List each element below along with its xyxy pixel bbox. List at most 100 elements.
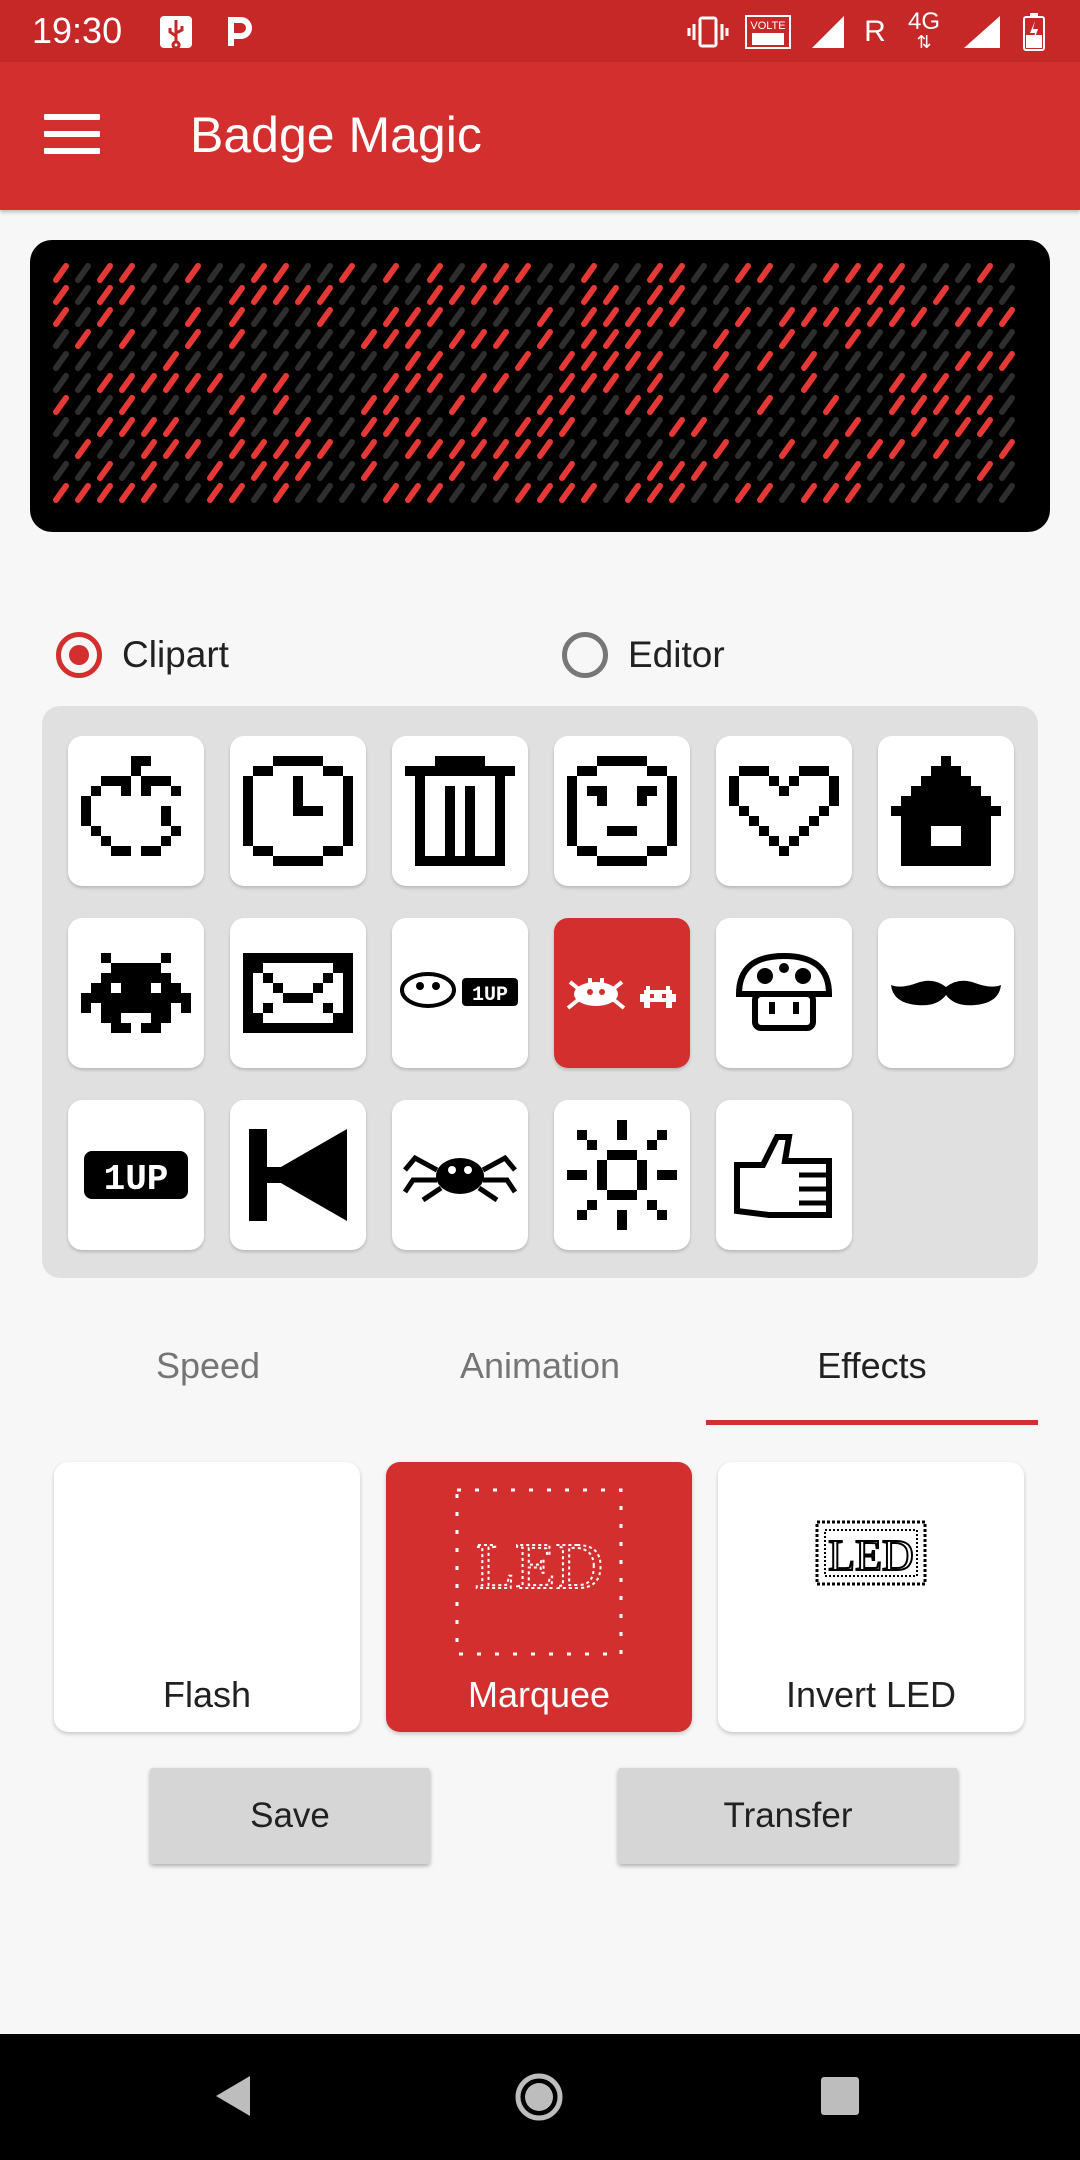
clipart-space-invader[interactable]	[68, 918, 204, 1068]
tab-animation[interactable]: Animation	[374, 1310, 706, 1422]
led-pixel	[559, 373, 575, 393]
led-pixel	[823, 417, 839, 437]
led-pixel	[713, 373, 729, 393]
led-pixel	[889, 373, 905, 393]
led-pixel	[53, 461, 69, 481]
led-pixel	[493, 483, 509, 503]
mushroom-icon	[735, 952, 833, 1031]
tab-effects[interactable]: Effects	[706, 1310, 1038, 1422]
led-pixel	[185, 351, 201, 371]
led-pixel	[779, 307, 795, 327]
clipart-1up[interactable]: 1UP	[68, 1100, 204, 1250]
led-pixel	[53, 483, 69, 503]
house-icon	[891, 756, 1001, 866]
clipart-envelope[interactable]	[230, 918, 366, 1068]
led-pixel	[119, 417, 135, 437]
network-label: 4G	[907, 8, 940, 35]
led-pixel	[735, 439, 751, 459]
editor-radio[interactable]: Editor	[562, 622, 725, 688]
led-pixel	[273, 483, 289, 503]
led-pixel	[867, 417, 883, 437]
led-pixel	[889, 483, 905, 503]
clipart-radio[interactable]: Clipart	[56, 622, 229, 688]
led-pixel	[559, 351, 575, 371]
led-pixel	[823, 439, 839, 459]
hamburger-menu-icon[interactable]	[44, 114, 100, 158]
led-pixel	[185, 395, 201, 415]
led-pixel	[669, 351, 685, 371]
radio-unchecked-icon[interactable]	[562, 632, 608, 678]
led-pixel	[251, 351, 267, 371]
led-pixel	[163, 395, 179, 415]
led-pixel	[361, 417, 377, 437]
led-pixel	[295, 439, 311, 459]
led-pixel	[405, 439, 421, 459]
clipart-trash[interactable]	[392, 736, 528, 886]
led-pixel	[207, 373, 223, 393]
led-pixel	[229, 285, 245, 305]
clipart-clock[interactable]	[230, 736, 366, 886]
clipart-house[interactable]	[878, 736, 1014, 886]
clipart-spider[interactable]	[392, 1100, 528, 1250]
clipart-face[interactable]	[554, 736, 690, 886]
led-pixel	[691, 439, 707, 459]
led-pixel	[273, 351, 289, 371]
led-pixel	[141, 373, 157, 393]
led-pixel	[603, 461, 619, 481]
clipart-crab-invader[interactable]	[554, 918, 690, 1068]
clipart-bowtie[interactable]	[230, 1100, 366, 1250]
led-pixel	[383, 373, 399, 393]
led-pixel	[735, 329, 751, 349]
clipart-heart[interactable]	[716, 736, 852, 886]
transfer-button[interactable]: Transfer	[618, 1768, 958, 1864]
led-pixel	[163, 461, 179, 481]
back-icon[interactable]	[214, 2074, 254, 2118]
clipart-mushroom[interactable]	[716, 918, 852, 1068]
led-pixel	[207, 285, 223, 305]
clipart-thumbs-up[interactable]	[716, 1100, 852, 1250]
led-pixel	[603, 351, 619, 371]
led-pixel	[713, 439, 729, 459]
led-pixel	[647, 483, 663, 503]
recents-icon[interactable]	[820, 2076, 860, 2116]
led-pixel	[163, 329, 179, 349]
led-pixel	[933, 461, 949, 481]
led-pixel	[735, 351, 751, 371]
led-pixel	[317, 351, 333, 371]
radio-checked-icon[interactable]	[56, 632, 102, 678]
tab-speed[interactable]: Speed	[42, 1310, 374, 1422]
led-pixel	[471, 373, 487, 393]
effect-flash[interactable]: Flash	[54, 1462, 360, 1732]
face-icon	[567, 756, 677, 866]
led-pixel	[449, 373, 465, 393]
led-pixel	[229, 373, 245, 393]
led-pixel	[405, 461, 421, 481]
effect-marquee[interactable]: LED Marquee	[386, 1462, 692, 1732]
led-pixel	[977, 329, 993, 349]
led-pixel	[911, 483, 927, 503]
led-pixel	[97, 351, 113, 371]
clipart-apple[interactable]	[68, 736, 204, 886]
led-pixel	[713, 329, 729, 349]
home-icon[interactable]	[514, 2072, 564, 2122]
led-pixel	[97, 461, 113, 481]
effect-invert-led[interactable]: LED Invert LED	[718, 1462, 1024, 1732]
led-pixel	[361, 263, 377, 283]
led-pixel	[339, 307, 355, 327]
led-pixel	[603, 483, 619, 503]
led-pixel	[383, 439, 399, 459]
led-pixel	[449, 285, 465, 305]
envelope-icon	[243, 953, 353, 1033]
clipart-mustache[interactable]	[878, 918, 1014, 1068]
led-pixel	[713, 395, 729, 415]
led-pixel	[933, 483, 949, 503]
save-button[interactable]: Save	[150, 1768, 430, 1864]
app-title: Badge Magic	[190, 107, 482, 163]
led-pixel	[559, 483, 575, 503]
clipart-mushroom-1up[interactable]: 1UP	[392, 918, 528, 1068]
led-pixel	[933, 285, 949, 305]
led-pixel	[713, 263, 729, 283]
led-pixel	[515, 307, 531, 327]
clipart-sun[interactable]	[554, 1100, 690, 1250]
led-pixel	[779, 351, 795, 371]
